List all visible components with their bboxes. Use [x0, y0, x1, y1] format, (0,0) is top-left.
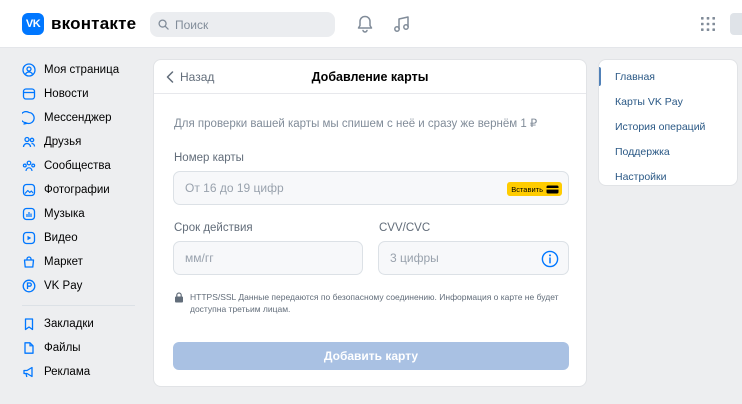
music-icon — [22, 207, 36, 221]
sidebar-item-video[interactable]: Видео — [22, 226, 142, 250]
paste-button[interactable]: Вставить — [507, 182, 562, 196]
bookmark-icon — [24, 318, 34, 331]
credit-card-icon — [546, 185, 559, 193]
news-icon — [22, 88, 36, 100]
search-box[interactable]: Поиск — [150, 12, 335, 37]
sidebar-item-vkpay[interactable]: VK Pay — [22, 274, 142, 298]
sidebar-item-label: Моя страница — [44, 64, 120, 76]
communities-icon — [22, 160, 36, 172]
sidebar-item-label: Новости — [44, 88, 89, 100]
vkpay-icon — [22, 279, 36, 293]
file-icon — [24, 342, 34, 354]
security-notice: HTTPS/SSL Данные передаются по безопасно… — [174, 291, 569, 315]
sidebar-item-label: Друзья — [44, 136, 82, 148]
sidebar-item-photos[interactable]: Фотографии — [22, 178, 142, 202]
sidebar-item-news[interactable]: Новости — [22, 82, 142, 106]
sidebar-divider — [22, 305, 135, 306]
lock-icon — [175, 292, 183, 303]
page-title: Добавление карты — [311, 70, 429, 84]
search-icon — [158, 19, 169, 30]
sidebar-item-communities[interactable]: Сообщества — [22, 154, 142, 178]
sidebar-item-label: Маркет — [44, 256, 83, 268]
card-number-field-wrap: Вставить — [173, 171, 569, 205]
menu-item-home[interactable]: Главная — [599, 64, 737, 89]
sidebar-item-label: Файлы — [44, 342, 81, 354]
menu-item-history[interactable]: История операций — [599, 114, 737, 139]
sidebar-item-files[interactable]: Файлы — [22, 336, 142, 360]
vk-logo[interactable]: VK вконтакте — [22, 13, 136, 35]
panel-header: Назад Добавление карты — [154, 60, 586, 94]
photo-icon — [22, 183, 36, 197]
bell-icon[interactable] — [356, 14, 374, 34]
sidebar-item-label: VK Pay — [44, 280, 83, 292]
left-sidebar: Моя страница Новости Мессенджер Друзья С… — [22, 58, 142, 384]
sidebar-item-music[interactable]: Музыка — [22, 202, 142, 226]
cvv-field-wrap — [378, 241, 569, 275]
sidebar-item-messenger[interactable]: Мессенджер — [22, 106, 142, 130]
sidebar-item-label: Закладки — [44, 318, 94, 330]
expiry-label: Срок действия — [174, 222, 253, 234]
sidebar-item-label: Музыка — [44, 208, 85, 220]
top-header: VK вконтакте Поиск — [0, 0, 742, 48]
sidebar-item-label: Сообщества — [44, 160, 111, 172]
sidebar-item-my-page[interactable]: Моя страница — [22, 58, 142, 82]
menu-item-vkpay-cards[interactable]: Карты VK Pay — [599, 89, 737, 114]
sidebar-item-friends[interactable]: Друзья — [22, 130, 142, 154]
card-number-label: Номер карты — [174, 152, 244, 164]
video-icon — [22, 231, 36, 245]
cvv-label: CVV/CVC — [379, 222, 431, 234]
vk-logo-text: вконтакте — [51, 14, 137, 33]
search-input[interactable]: Поиск — [175, 18, 208, 32]
vk-logo-mark: VK — [22, 13, 44, 35]
sidebar-item-market[interactable]: Маркет — [22, 250, 142, 274]
sidebar-item-label: Реклама — [44, 366, 91, 378]
security-text: HTTPS/SSL Данные передаются по безопасно… — [190, 292, 559, 314]
message-icon — [22, 111, 35, 125]
expiry-field-wrap — [173, 241, 363, 275]
add-card-button[interactable]: Добавить карту — [173, 342, 569, 370]
sidebar-item-label: Фотографии — [44, 184, 110, 196]
avatar[interactable] — [730, 13, 742, 35]
menu-item-settings[interactable]: Настройки — [599, 164, 737, 189]
sidebar-item-label: Мессенджер — [44, 112, 112, 124]
market-icon — [23, 256, 35, 268]
right-menu: Главная Карты VK Pay История операций По… — [598, 59, 738, 186]
ads-icon — [23, 366, 33, 378]
add-card-panel: Назад Добавление карты Для проверки ваше… — [153, 59, 587, 387]
profile-icon — [22, 63, 36, 77]
expiry-input[interactable] — [185, 251, 362, 265]
sidebar-item-bookmarks[interactable]: Закладки — [22, 312, 142, 336]
sidebar-item-label: Видео — [44, 232, 78, 244]
music-note-icon[interactable] — [393, 14, 411, 34]
paste-label: Вставить — [511, 184, 543, 194]
info-icon[interactable] — [541, 250, 559, 268]
apps-grid-icon[interactable] — [700, 16, 716, 32]
verification-notice: Для проверки вашей карты мы спишем с неё… — [174, 118, 538, 130]
sidebar-item-ads[interactable]: Реклама — [22, 360, 142, 384]
friends-icon — [22, 136, 36, 148]
menu-item-support[interactable]: Поддержка — [599, 139, 737, 164]
